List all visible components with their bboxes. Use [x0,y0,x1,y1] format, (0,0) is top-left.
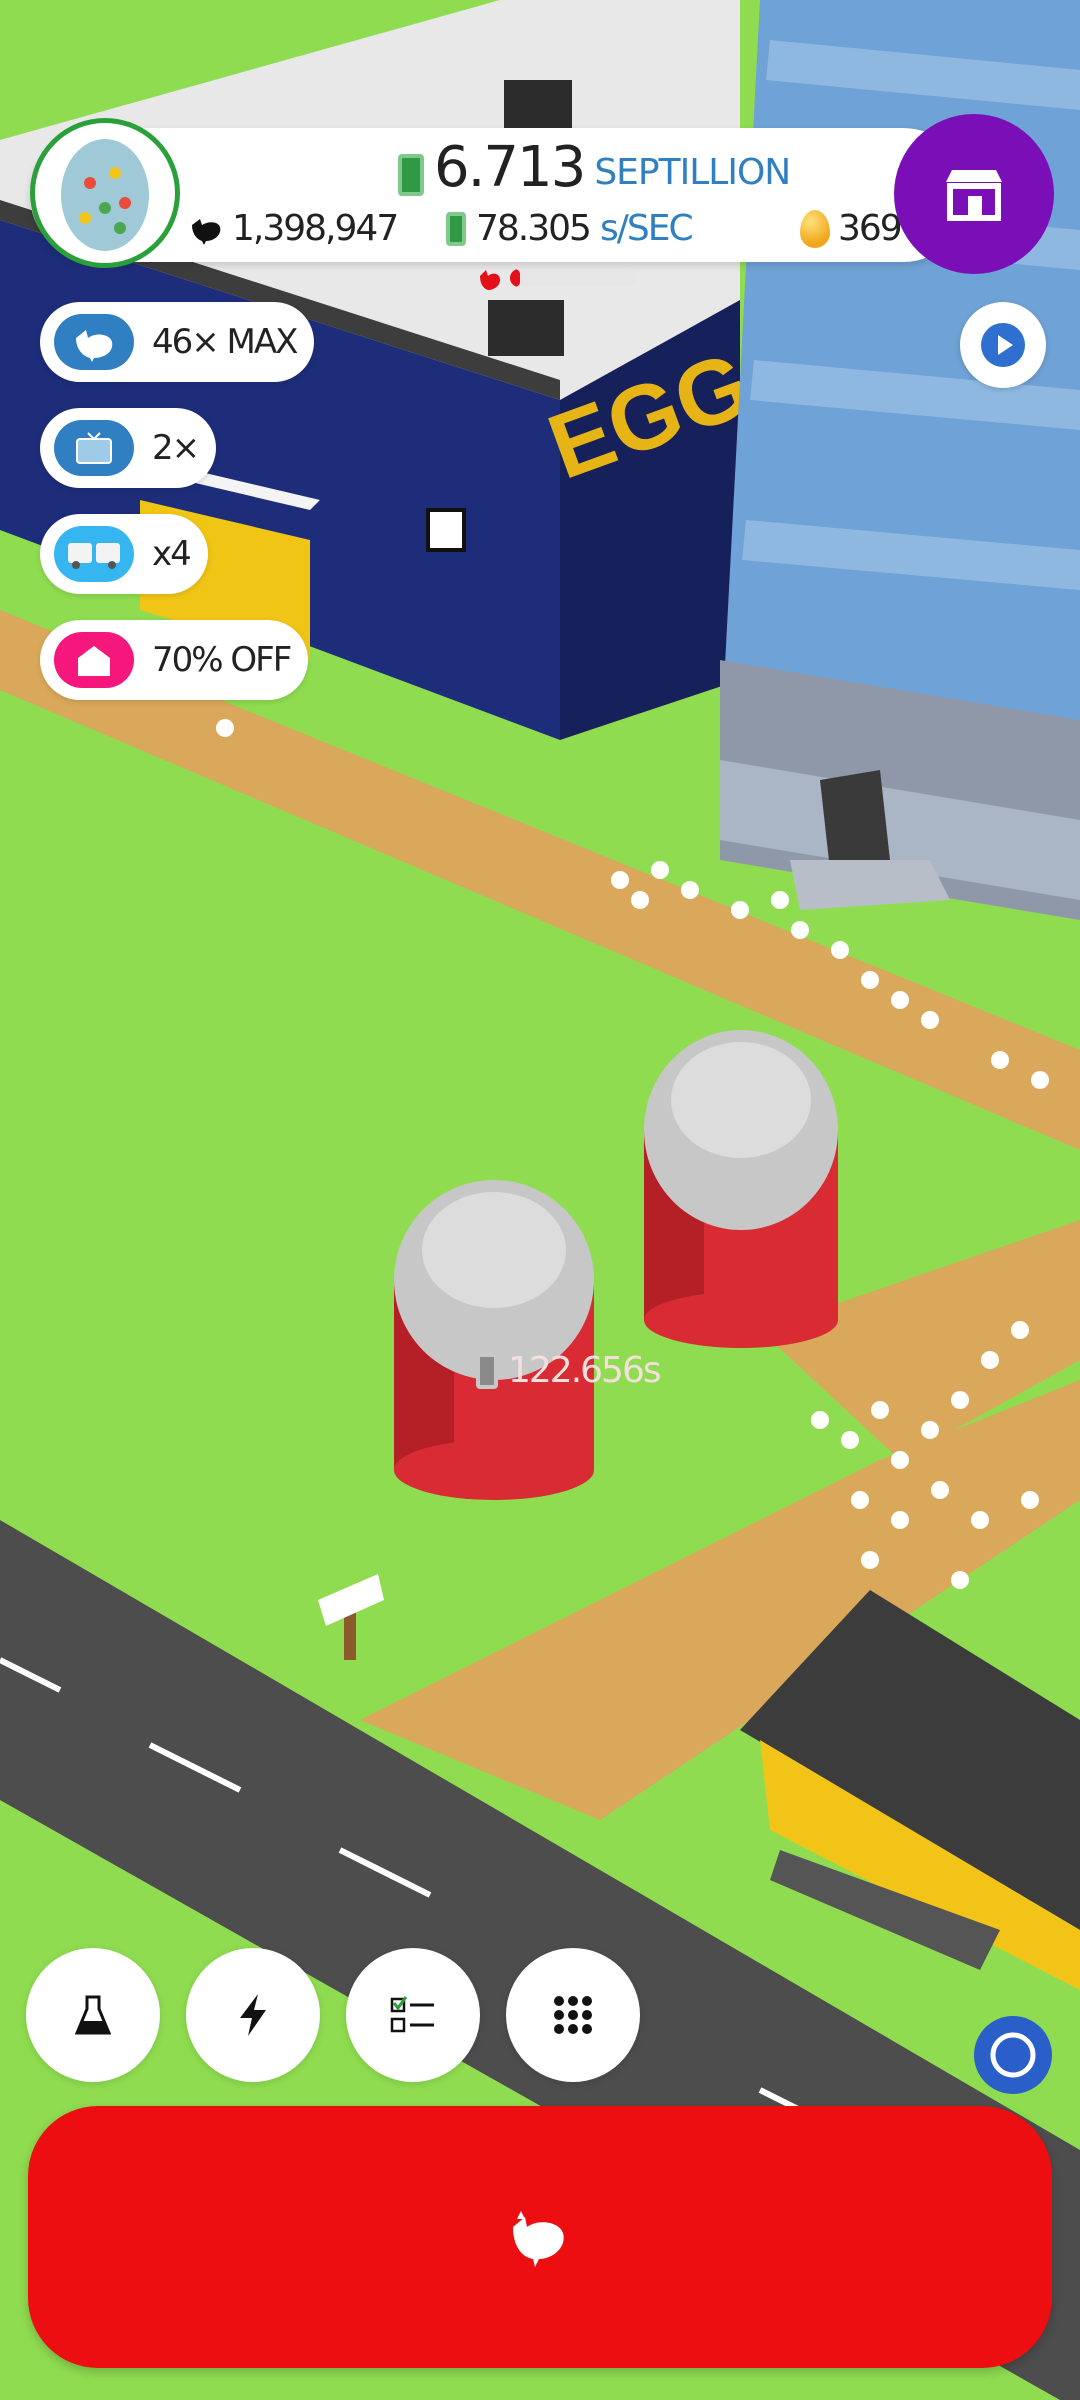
boost-label: 70% OFF [152,640,292,680]
shop-button[interactable] [894,114,1054,274]
boost-discount[interactable]: 70% OFF [40,620,309,700]
flask-icon [75,1995,111,2035]
play-icon [981,323,1025,367]
chicken-count-value: 1,398,947 [232,208,399,249]
golden-eggs: 369 [800,208,903,249]
lightning-icon [240,1994,266,2036]
boost-cart-x4[interactable]: x4 [40,514,208,594]
cash-icon [476,1352,498,1389]
ring-icon [990,2032,1036,2078]
rate-unit: s/SEC [599,208,694,249]
money-unit: SEPTILLION [594,152,791,193]
egg-type-avatar[interactable] [30,118,180,268]
boost-label: 46× MAX [152,322,298,362]
silo-capacity-value: 122.656s [508,1350,662,1391]
hatchery-progress-fill [510,269,521,287]
tv-icon [76,432,112,464]
chicken-icon [76,330,113,362]
cash-icon [446,211,466,246]
hatchery-progress-bar [510,269,636,287]
house-icon [78,646,110,676]
money-value: 6.713 [434,135,586,200]
research-button[interactable] [26,1948,160,2082]
missions-button[interactable] [346,1948,480,2082]
boost-icon-house [54,632,134,688]
boost-icon-chicken [54,314,134,370]
cash-icon [398,154,424,196]
silo-capacity-label: 122.656s [476,1350,662,1391]
menu-button[interactable] [506,1948,640,2082]
chicken-icon [192,218,221,245]
egg-icon [61,139,149,251]
shop-icon [946,170,1002,221]
boost-label: 2× [152,428,200,468]
money-display: 6.713 SEPTILLION [398,135,791,200]
boosts-button[interactable] [186,1948,320,2082]
boost-icon-cart [54,526,134,582]
golden-eggs-value: 369 [838,208,903,249]
chicken-icon [513,2211,564,2267]
boost-chicken-max[interactable]: 46× MAX [40,302,315,382]
golden-egg-icon [800,209,830,248]
camera-toggle-button[interactable] [974,2016,1052,2094]
boost-label: x4 [152,534,192,574]
delivery-cart-icon [68,543,120,569]
checklist-icon [390,1996,434,2033]
red-chicken-icon [480,270,500,290]
income-rate: 78.305 s/SEC [446,208,694,249]
chicken-count: 1,398,947 [188,208,399,249]
boost-tv-2x[interactable]: 2× [40,408,217,488]
hatch-chicken-button[interactable] [28,2106,1052,2368]
video-ad-button[interactable] [960,302,1046,388]
grid-icon [554,1996,592,2034]
boost-icon-tv [54,420,134,476]
hatchery-progress [476,264,636,292]
rate-value: 78.305 [476,208,592,249]
